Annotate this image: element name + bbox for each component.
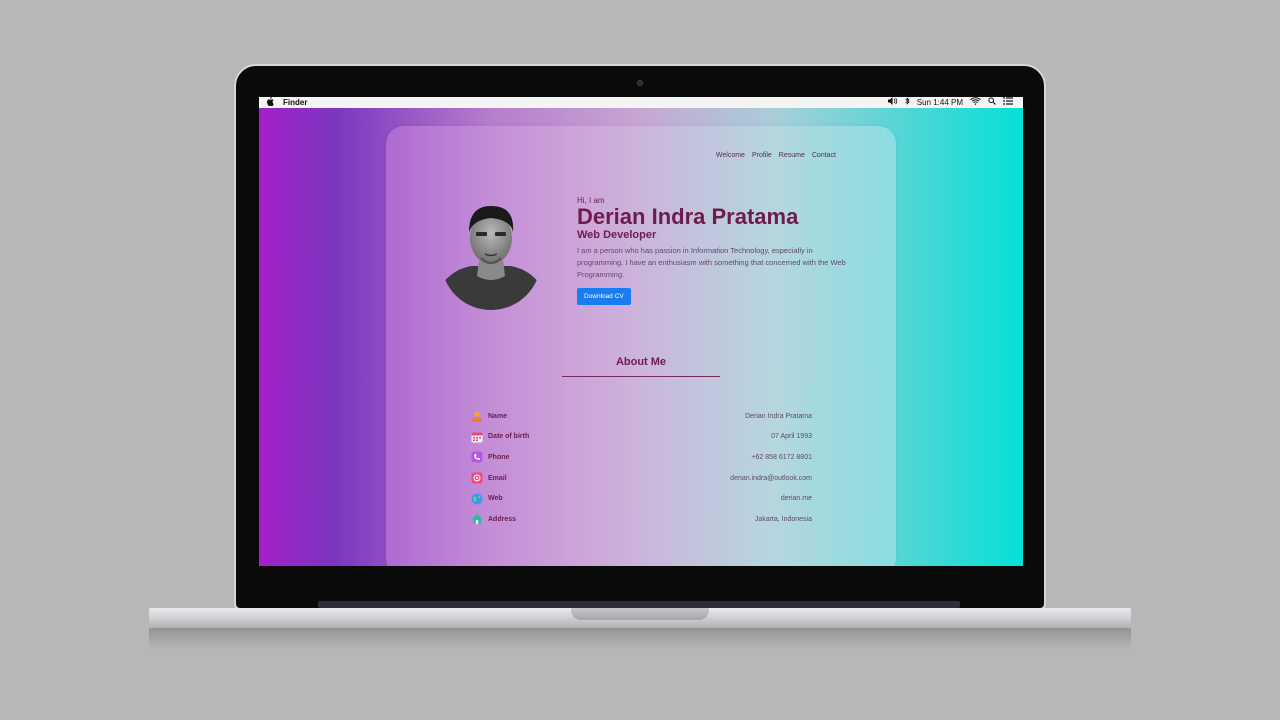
laptop-shadow — [149, 628, 1131, 650]
menu-clock[interactable]: Sun 1:44 PM — [917, 97, 963, 108]
about-list: Name Derian Indra Pratama Date of birth … — [470, 406, 812, 530]
home-icon — [470, 513, 483, 526]
website-background: Welcome Profile Resume Contact Hi, I am … — [259, 108, 1023, 566]
about-row-web: Web derian.me — [470, 488, 812, 509]
about-label: Email — [488, 474, 507, 482]
about-label: Phone — [488, 453, 510, 461]
about-label: Web — [488, 495, 503, 503]
avatar — [441, 198, 541, 310]
top-nav: Welcome Profile Resume Contact — [716, 152, 836, 159]
camera — [637, 80, 643, 86]
hero-role: Web Developer — [577, 229, 657, 241]
about-value: Jakarta, Indonesia — [754, 515, 812, 523]
about-value: +62 858 6172 8801 — [751, 453, 812, 461]
laptop-hinge — [318, 601, 960, 608]
about-title: About Me — [615, 356, 667, 368]
volume-icon[interactable] — [887, 97, 898, 108]
wifi-icon[interactable] — [970, 97, 981, 108]
about-row-address: Address Jakarta, Indonesia — [470, 509, 812, 530]
download-cv-button[interactable]: Download CV — [577, 288, 631, 305]
about-divider — [562, 376, 720, 377]
mail-icon — [470, 472, 483, 485]
laptop-notch — [571, 608, 709, 620]
nav-contact[interactable]: Contact — [812, 152, 836, 159]
about-row-email: Email derian.indra@outlook.com — [470, 468, 812, 489]
spotlight-icon[interactable] — [988, 97, 996, 108]
phone-icon — [470, 451, 483, 464]
menu-bar: Finder Sun 1:44 PM — [259, 97, 1023, 108]
hero-name: Derian Indra Pratama — [577, 204, 799, 229]
calendar-icon — [470, 430, 483, 443]
menu-app-name[interactable]: Finder — [283, 97, 307, 108]
person-icon — [470, 410, 483, 423]
laptop-screen: Finder Sun 1:44 PM Welcome Profile Resum… — [259, 97, 1023, 566]
profile-card: Welcome Profile Resume Contact Hi, I am … — [386, 126, 896, 566]
about-value: Derian Indra Pratama — [745, 412, 812, 420]
hero-bio: I am a person who has passion in Informa… — [577, 246, 846, 279]
about-value: derian.me — [780, 495, 812, 503]
hero-section: Hi, I am Derian Indra Pratama Web Develo… — [577, 196, 857, 305]
about-label: Name — [488, 412, 508, 420]
menu-bar-status: Sun 1:44 PM — [887, 97, 1023, 108]
about-row-name: Name Derian Indra Pratama — [470, 406, 812, 427]
nav-profile[interactable]: Profile — [752, 152, 772, 159]
about-label: Date of birth — [488, 433, 530, 441]
about-row-dob: Date of birth 07 April 1993 — [470, 427, 812, 448]
about-label: Address — [488, 515, 517, 523]
bluetooth-icon[interactable] — [904, 97, 910, 108]
about-value: 07 April 1993 — [771, 433, 812, 441]
about-row-phone: Phone +62 858 6172 8801 — [470, 447, 812, 468]
notification-center-icon[interactable] — [1003, 97, 1013, 108]
nav-resume[interactable]: Resume — [779, 152, 805, 159]
about-value: derian.indra@outlook.com — [730, 474, 812, 482]
apple-icon[interactable] — [259, 97, 281, 109]
globe-icon — [470, 492, 483, 505]
nav-welcome[interactable]: Welcome — [716, 152, 745, 159]
